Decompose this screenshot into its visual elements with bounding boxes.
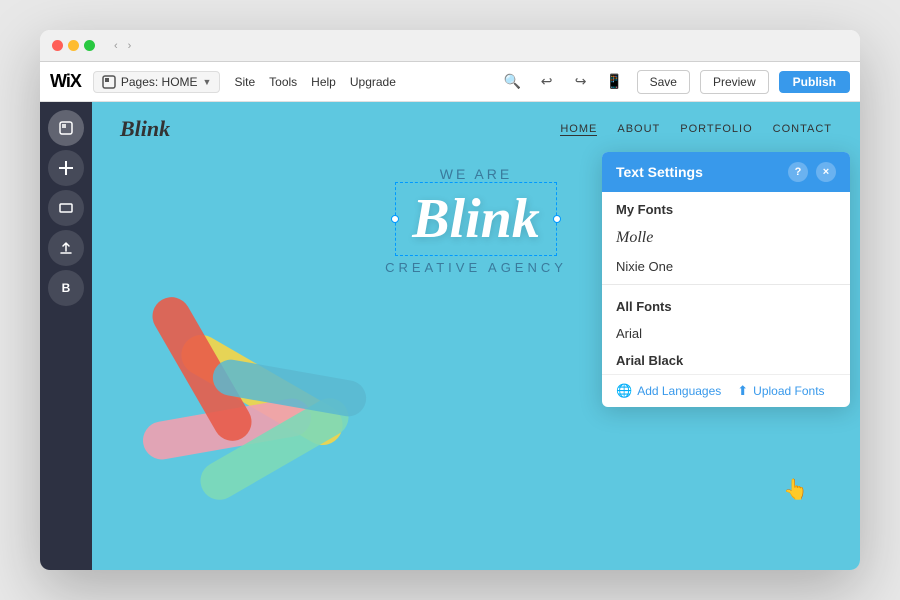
panel-header-icons: ? × xyxy=(788,162,836,182)
sidebar-media-button[interactable] xyxy=(48,190,84,226)
my-fonts-header: My Fonts xyxy=(602,192,850,223)
traffic-lights xyxy=(52,40,95,51)
upload-fonts-link[interactable]: ⬆ Upload Fonts xyxy=(737,383,824,399)
forward-arrow[interactable]: › xyxy=(125,38,135,54)
site-logo: Blink xyxy=(120,116,170,142)
nav-home[interactable]: HOME xyxy=(560,123,597,136)
publish-button[interactable]: Publish xyxy=(779,71,850,93)
upload-icon xyxy=(59,241,73,255)
redo-icon[interactable]: ↪ xyxy=(569,70,593,94)
close-traffic-light[interactable] xyxy=(52,40,63,51)
site-menu-item[interactable]: Site xyxy=(234,75,255,89)
browser-nav: ‹ › xyxy=(111,38,134,54)
help-menu-item[interactable]: Help xyxy=(311,75,336,89)
panel-close-button[interactable]: × xyxy=(816,162,836,182)
cursor: 👆 xyxy=(783,477,808,502)
undo-icon[interactable]: ↩ xyxy=(535,70,559,94)
site-nav: HOME ABOUT PORTFOLIO CONTACT xyxy=(560,123,832,136)
editor-area: B Blink HOME ABOUT PORTFOLIO CONTACT xyxy=(40,102,860,570)
wix-logo: WiX xyxy=(50,71,81,92)
sidebar-add-button[interactable] xyxy=(48,150,84,186)
upload-fonts-icon: ⬆ xyxy=(737,383,748,399)
upgrade-menu-item[interactable]: Upgrade xyxy=(350,75,396,89)
save-button[interactable]: Save xyxy=(637,70,690,94)
font-arial[interactable]: Arial xyxy=(602,320,850,347)
nav-portfolio[interactable]: PORTFOLIO xyxy=(680,123,752,136)
maximize-traffic-light[interactable] xyxy=(84,40,95,51)
search-icon[interactable]: 🔍 xyxy=(501,70,525,94)
preview-button[interactable]: Preview xyxy=(700,70,769,94)
site-header: Blink HOME ABOUT PORTFOLIO CONTACT xyxy=(92,102,860,156)
blog-icon: B xyxy=(62,281,71,295)
add-languages-label: Add Languages xyxy=(637,384,721,398)
mobile-icon[interactable]: 📱 xyxy=(603,70,627,94)
browser-chrome: ‹ › xyxy=(40,30,860,62)
panel-help-button[interactable]: ? xyxy=(788,162,808,182)
topbar-tools: 🔍 ↩ ↪ 📱 Save Preview Publish xyxy=(501,70,850,94)
tools-menu-item[interactable]: Tools xyxy=(269,75,297,89)
pages-chevron-icon: ▼ xyxy=(203,77,212,87)
nav-contact[interactable]: CONTACT xyxy=(773,123,832,136)
we-are-text: WE ARE xyxy=(440,166,512,182)
font-nixie-one[interactable]: Nixie One xyxy=(602,253,850,280)
pencils-illustration xyxy=(112,310,412,570)
font-arial-black[interactable]: Arial Black xyxy=(602,347,850,374)
canvas-area[interactable]: Blink HOME ABOUT PORTFOLIO CONTACT WE AR… xyxy=(92,102,860,570)
plus-icon xyxy=(59,161,73,175)
pages-label: Pages: HOME xyxy=(121,75,198,89)
add-languages-icon: 🌐 xyxy=(616,383,632,399)
sidebar-upload-button[interactable] xyxy=(48,230,84,266)
creative-agency-text: CREATIVE AGENCY xyxy=(385,260,567,275)
font-molle[interactable]: Molle xyxy=(602,223,850,253)
left-selection-handle[interactable] xyxy=(391,215,399,223)
panel-body: My Fonts Molle Nixie One All Fonts Arial… xyxy=(602,192,850,407)
media-icon xyxy=(59,201,73,215)
sidebar-blog-button[interactable]: B xyxy=(48,270,84,306)
panel-header: Text Settings ? × xyxy=(602,152,850,192)
topbar-menu: Site Tools Help Upgrade xyxy=(234,75,395,89)
right-selection-handle[interactable] xyxy=(553,215,561,223)
text-settings-panel: Text Settings ? × My Fonts Molle Nixie O… xyxy=(602,152,850,407)
nav-about[interactable]: ABOUT xyxy=(617,123,660,136)
pages-icon xyxy=(102,75,116,89)
wix-topbar: WiX Pages: HOME ▼ Site Tools Help Upgrad… xyxy=(40,62,860,102)
selected-text-box[interactable]: Blink xyxy=(395,182,557,256)
blink-hero-title: Blink xyxy=(412,187,540,251)
pages-dropdown[interactable]: Pages: HOME ▼ xyxy=(93,71,221,93)
panel-title: Text Settings xyxy=(616,164,703,180)
upload-fonts-label: Upload Fonts xyxy=(753,384,824,398)
website-canvas: Blink HOME ABOUT PORTFOLIO CONTACT WE AR… xyxy=(92,102,860,570)
panel-divider-1 xyxy=(602,284,850,285)
minimize-traffic-light[interactable] xyxy=(68,40,79,51)
add-languages-link[interactable]: 🌐 Add Languages xyxy=(616,383,721,399)
sidebar-pages-button[interactable] xyxy=(48,110,84,146)
all-fonts-header: All Fonts xyxy=(602,289,850,320)
pages-sidebar-icon xyxy=(58,120,74,136)
browser-window: ‹ › WiX Pages: HOME ▼ Site Tools Help Up… xyxy=(40,30,860,570)
back-arrow[interactable]: ‹ xyxy=(111,38,121,54)
panel-footer: 🌐 Add Languages ⬆ Upload Fonts xyxy=(602,374,850,407)
left-sidebar: B xyxy=(40,102,92,570)
